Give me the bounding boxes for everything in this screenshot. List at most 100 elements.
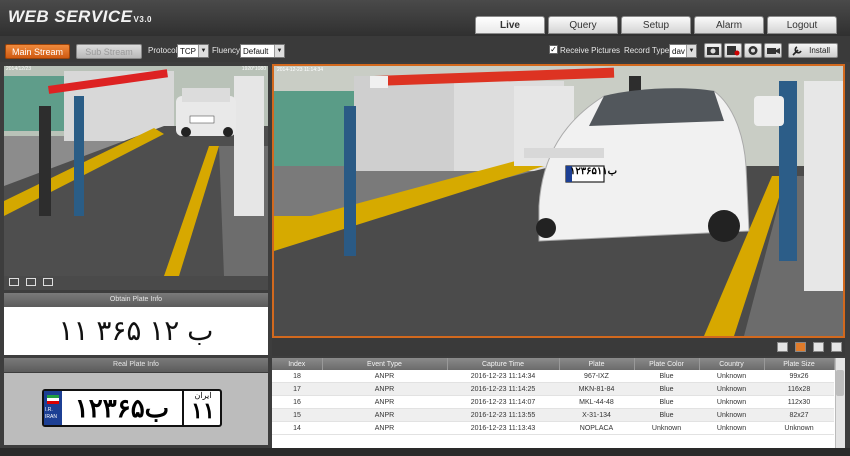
table-row[interactable]: 14 ANPR 2016-12-23 11:13:43 NOPLACA Unkn… <box>272 421 834 435</box>
protocol-label: Protocol <box>148 46 178 55</box>
cell-country: Unknown <box>699 408 764 422</box>
receive-pictures-checkbox[interactable]: ✓ <box>549 45 558 54</box>
table-row[interactable]: 15 ANPR 2016-12-23 11:13:55 X-31-134 Blu… <box>272 408 834 422</box>
grid-view-icon[interactable] <box>813 342 824 352</box>
record-type-select[interactable]: dav ▼ <box>669 44 697 58</box>
fluency-label: Fluency <box>212 46 241 55</box>
app-logo: WEB SERVICEV3.0 <box>8 7 152 27</box>
table-scroll-thumb[interactable] <box>836 370 844 396</box>
cell-capture-time: 2016-12-23 11:14:07 <box>447 395 559 409</box>
plate-country-strip: I.R. IRAN <box>44 391 62 425</box>
plate-region-number: ۱۱ <box>191 398 215 423</box>
left-camera-resolution: 1920*1080 <box>241 66 266 72</box>
cell-event-type: ANPR <box>322 408 447 422</box>
tab-alarm[interactable]: Alarm <box>694 16 764 34</box>
events-table: Index Event Type Capture Time Plate Plat… <box>272 358 845 448</box>
column-country[interactable]: Country <box>699 358 765 370</box>
main-camera-car-plate: ۱۲ب۳۶۵۱۱ <box>570 166 618 177</box>
main-camera-scene <box>274 66 843 336</box>
talk-icon[interactable] <box>744 43 762 58</box>
protocol-value: TCP <box>180 47 196 56</box>
column-plate[interactable]: Plate <box>559 358 635 370</box>
tab-live[interactable]: Live <box>475 16 545 34</box>
tab-logout[interactable]: Logout <box>767 16 837 34</box>
cell-plate: MKL-44-48 <box>559 395 634 409</box>
tab-query[interactable]: Query <box>548 16 618 34</box>
cell-plate: NOPLACA <box>559 421 634 435</box>
cell-index: 14 <box>272 421 322 435</box>
cell-plate-color: Blue <box>634 408 699 422</box>
fullscreen-icon[interactable] <box>43 278 53 286</box>
cell-plate-size: 116x28 <box>764 382 834 396</box>
record-type-label: Record Type <box>624 46 670 55</box>
cell-event-type: ANPR <box>322 370 447 383</box>
install-button[interactable]: Install <box>788 43 838 58</box>
cell-capture-time: 2016-12-23 11:14:34 <box>447 370 559 383</box>
cell-event-type: ANPR <box>322 421 447 435</box>
cell-plate: X-31-134 <box>559 408 634 422</box>
plate-code-top: I.R. <box>45 407 53 413</box>
cell-plate-color: Blue <box>634 382 699 396</box>
main-camera-view[interactable]: 2014-12-23 11:14:34 ۱۲ب۳۶۵۱۱ <box>272 64 845 338</box>
table-row[interactable]: 17 ANPR 2016-12-23 11:14:25 MKN-81-84 Bl… <box>272 382 834 396</box>
real-plate-panel: I.R. IRAN ۱۲ب۳۶۵ ایران ۱۱ <box>4 373 268 445</box>
cell-plate-color: Unknown <box>634 421 699 435</box>
column-plate-size[interactable]: Plate Size <box>764 358 835 370</box>
install-label: Install <box>809 46 830 55</box>
protocol-select[interactable]: TCP ▼ <box>177 44 209 58</box>
install-icon <box>792 46 802 56</box>
column-capture-time[interactable]: Capture Time <box>447 358 560 370</box>
table-header-row: Index Event Type Capture Time Plate Plat… <box>272 358 835 370</box>
record-icon[interactable] <box>724 43 742 58</box>
table-row[interactable]: 18 ANPR 2016-12-23 11:14:34 967-IXZ Blue… <box>272 370 834 383</box>
column-event-type[interactable]: Event Type <box>322 358 448 370</box>
snapshot-icon[interactable] <box>704 43 722 58</box>
camera-icon[interactable] <box>764 43 782 58</box>
record-type-value: dav <box>672 47 685 56</box>
main-camera-controls <box>272 338 845 356</box>
left-camera-scene <box>4 66 268 276</box>
table-row[interactable]: 16 ANPR 2016-12-23 11:14:07 MKL-44-48 Bl… <box>272 395 834 409</box>
chevron-down-icon: ▼ <box>686 45 696 57</box>
license-plate-image: I.R. IRAN ۱۲ب۳۶۵ ایران ۱۱ <box>42 389 222 427</box>
plate-region-box: ایران ۱۱ <box>182 391 222 425</box>
cell-country: Unknown <box>699 382 764 396</box>
cell-index: 18 <box>272 370 322 383</box>
zoom-icon[interactable] <box>26 278 36 286</box>
app-version: V3.0 <box>133 15 152 24</box>
cell-plate-size: 82x27 <box>764 408 834 422</box>
cell-plate-color: Blue <box>634 395 699 409</box>
cell-plate-size: 99x26 <box>764 370 834 383</box>
fullscreen-icon[interactable] <box>831 342 842 352</box>
chevron-down-icon: ▼ <box>274 45 284 57</box>
left-camera-view[interactable]: 2014/12/23 1920*1080 <box>4 66 268 276</box>
cell-plate-size: 112x30 <box>764 395 834 409</box>
receive-pictures-label: Receive Pictures <box>560 46 621 55</box>
cell-plate: 967-IXZ <box>559 370 634 383</box>
cell-capture-time: 2016-12-23 11:14:25 <box>447 382 559 396</box>
tab-setup[interactable]: Setup <box>621 16 691 34</box>
plate-code-bottom: IRAN <box>45 414 57 420</box>
cell-capture-time: 2016-12-23 11:13:43 <box>447 421 559 435</box>
quad-view-icon[interactable] <box>795 342 806 352</box>
fit-icon[interactable] <box>9 278 19 286</box>
chevron-down-icon: ▼ <box>198 45 208 57</box>
footer-bar <box>0 448 850 456</box>
cell-plate-color: Blue <box>634 370 699 383</box>
obtain-plate-text: ۱۱ ۳۶۵ ب ۱۲ <box>4 307 268 355</box>
cell-index: 17 <box>272 382 322 396</box>
obtain-plate-title: Obtain Plate Info <box>4 293 268 307</box>
plate-main-number: ۱۲ب۳۶۵ <box>74 393 170 423</box>
cell-event-type: ANPR <box>322 382 447 396</box>
app-root: WEB SERVICEV3.0 Live Query Setup Alarm L… <box>0 0 850 456</box>
single-view-icon[interactable] <box>777 342 788 352</box>
iran-flag-icon <box>47 395 59 404</box>
column-index[interactable]: Index <box>272 358 323 370</box>
main-camera-timestamp: 2014-12-23 11:14:34 <box>277 67 324 73</box>
main-stream-button[interactable]: Main Stream <box>5 44 70 59</box>
app-title: WEB SERVICE <box>8 7 133 26</box>
column-plate-color[interactable]: Plate Color <box>634 358 700 370</box>
sub-stream-button[interactable]: Sub Stream <box>76 44 142 59</box>
fluency-select[interactable]: Default ▼ <box>240 44 285 58</box>
cell-capture-time: 2016-12-23 11:13:55 <box>447 408 559 422</box>
